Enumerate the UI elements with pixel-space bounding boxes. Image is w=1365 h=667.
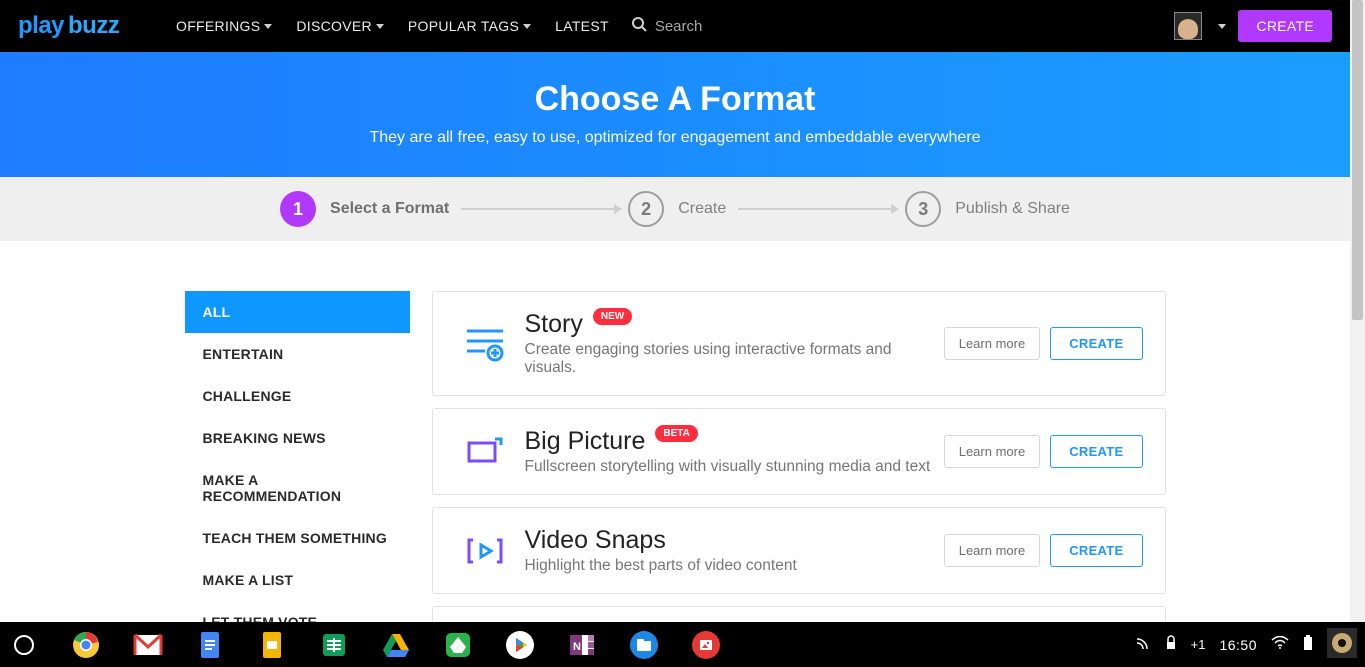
category-breaking-news[interactable]: BREAKING NEWS (185, 417, 410, 459)
format-desc: Fullscreen storytelling with visually st… (525, 458, 944, 476)
big-picture-icon (455, 428, 515, 476)
create-format-button[interactable]: CREATE (1050, 435, 1142, 468)
chrome-icon[interactable] (70, 629, 102, 661)
chevron-down-icon (264, 24, 272, 29)
learn-more-button[interactable]: Learn more (944, 327, 1040, 360)
play-store-icon[interactable] (504, 629, 536, 661)
search-icon (631, 16, 647, 37)
nav-latest[interactable]: LATEST (555, 18, 609, 34)
svg-text:buzz: buzz (68, 12, 120, 39)
logo[interactable]: play buzz (18, 11, 148, 41)
step-label: Publish & Share (955, 200, 1070, 218)
category-vote[interactable]: LET THEM VOTE (185, 601, 410, 622)
chevron-down-icon (523, 24, 531, 29)
story-icon (455, 320, 515, 368)
step-connector (738, 208, 893, 210)
svg-text:N: N (573, 641, 581, 653)
learn-more-button[interactable]: Learn more (944, 534, 1040, 567)
category-sidebar: ALL ENTERTAIN CHALLENGE BREAKING NEWS MA… (185, 291, 410, 622)
chevron-down-icon (376, 24, 384, 29)
clock: 16:50 (1219, 637, 1257, 653)
sheets-icon[interactable] (318, 629, 350, 661)
taskbar: N +1 16:50 (0, 622, 1365, 667)
create-format-button[interactable]: CREATE (1050, 534, 1142, 567)
step-label: Create (678, 200, 726, 218)
format-card-convo: Convo (432, 606, 1166, 622)
user-menu-caret-icon[interactable] (1218, 24, 1226, 29)
beta-badge: BETA (655, 425, 697, 442)
scrollbar-thumb[interactable] (1352, 0, 1363, 320)
step-3: 3 Publish & Share (905, 191, 1070, 227)
cast-icon[interactable] (1135, 635, 1151, 654)
format-title: Story (525, 310, 583, 339)
launcher-icon[interactable] (8, 629, 40, 661)
steps-bar: 1 Select a Format 2 Create 3 Publish & S… (0, 177, 1350, 241)
hero: Choose A Format They are all free, easy … (0, 52, 1350, 177)
search-input[interactable] (655, 18, 855, 35)
step-2: 2 Create (628, 191, 726, 227)
step-circle: 2 (628, 191, 664, 227)
learn-more-button[interactable]: Learn more (944, 435, 1040, 468)
battery-icon[interactable] (1303, 635, 1313, 654)
category-all[interactable]: ALL (185, 291, 410, 333)
files-icon[interactable] (628, 629, 660, 661)
step-connector (461, 208, 616, 210)
new-badge: NEW (593, 308, 632, 325)
onenote-icon[interactable]: N (566, 629, 598, 661)
video-snaps-icon (455, 527, 515, 575)
format-card-story: Story NEW Create engaging stories using … (432, 291, 1166, 396)
svg-text:play: play (18, 12, 65, 39)
drive-icon[interactable] (380, 629, 412, 661)
format-card-video-snaps: Video Snaps Highlight the best parts of … (432, 507, 1166, 594)
format-desc: Highlight the best parts of video conten… (525, 557, 944, 575)
step-circle: 1 (280, 191, 316, 227)
format-title: Video Snaps (525, 526, 666, 555)
page-title: Choose A Format (20, 80, 1330, 119)
step-circle: 3 (905, 191, 941, 227)
wifi-icon[interactable] (1271, 636, 1289, 653)
lock-icon[interactable] (1165, 635, 1177, 654)
step-label: Select a Format (330, 200, 449, 218)
account-tile[interactable] (1327, 628, 1357, 661)
category-challenge[interactable]: CHALLENGE (185, 375, 410, 417)
feedly-icon[interactable] (442, 629, 474, 661)
category-list[interactable]: MAKE A LIST (185, 559, 410, 601)
category-teach[interactable]: TEACH THEM SOMETHING (185, 517, 410, 559)
nav-popular-tags[interactable]: POPULAR TAGS (408, 18, 531, 34)
create-format-button[interactable]: CREATE (1050, 327, 1142, 360)
notification-badge[interactable]: +1 (1191, 637, 1206, 652)
vertical-scrollbar[interactable] (1350, 0, 1365, 622)
top-nav: play buzz OFFERINGS DISCOVER POPULAR TAG… (0, 0, 1350, 52)
nav-offerings[interactable]: OFFERINGS (176, 18, 272, 34)
slides-icon[interactable] (256, 629, 288, 661)
create-button[interactable]: CREATE (1238, 10, 1332, 42)
page-subtitle: They are all free, easy to use, optimize… (20, 129, 1330, 147)
gmail-icon[interactable] (132, 629, 164, 661)
format-desc: Create engaging stories using interactiv… (525, 341, 944, 377)
format-title: Big Picture (525, 427, 646, 456)
step-1: 1 Select a Format (280, 191, 449, 227)
category-recommendation[interactable]: MAKE A RECOMMENDATION (185, 459, 410, 517)
nav-discover[interactable]: DISCOVER (296, 18, 384, 34)
avatar[interactable] (1174, 12, 1202, 40)
format-card-big-picture: Big Picture BETA Fullscreen storytelling… (432, 408, 1166, 495)
format-list: Story NEW Create engaging stories using … (432, 291, 1166, 622)
docs-icon[interactable] (194, 629, 226, 661)
photos-icon[interactable] (690, 629, 722, 661)
category-entertain[interactable]: ENTERTAIN (185, 333, 410, 375)
